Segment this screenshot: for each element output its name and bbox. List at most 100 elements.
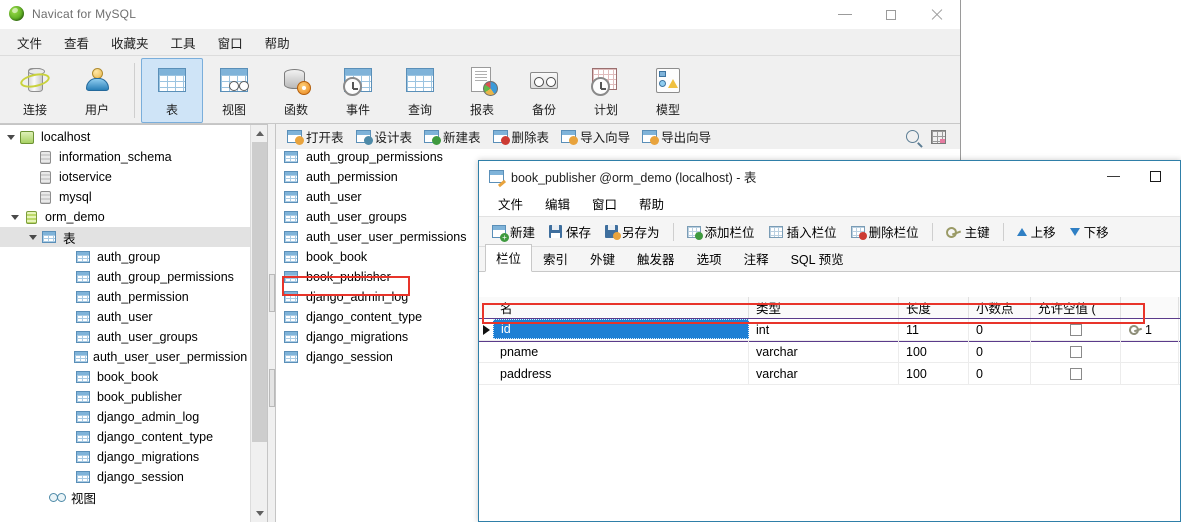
open-table-button[interactable]: 打开表 [282,124,351,149]
menu-favorites[interactable]: 收藏夹 [100,29,160,56]
splitter-grip-top[interactable] [269,274,275,312]
tree-node-auth-user-groups[interactable]: auth_user_groups [0,327,250,347]
scrollbar-thumb[interactable] [252,142,267,442]
toolbar-schedule[interactable]: 计划 [575,58,637,123]
field-key-cell[interactable]: 1 [1121,319,1179,340]
export-wizard-button[interactable]: 导出向导 [637,124,718,149]
field-key-cell[interactable] [1121,341,1179,362]
field-length-cell[interactable]: 100 [899,363,969,384]
child-maximize-button[interactable] [1134,161,1176,191]
field-nullable-cell[interactable] [1031,363,1121,384]
field-name-cell[interactable]: id [493,319,749,339]
splitter-grip-bottom[interactable] [269,369,275,407]
chevron-down-icon[interactable] [8,214,22,220]
scroll-down-button[interactable] [251,505,267,522]
add-field-button[interactable]: 添加栏位 [680,219,762,244]
column-header-length[interactable]: 长度 [899,297,969,318]
table-row-id[interactable]: id int 11 0 1 [479,318,1180,342]
tree-node-auth-permission[interactable]: auth_permission [0,287,250,307]
field-nullable-cell[interactable] [1031,319,1121,340]
tree-node-information-schema[interactable]: information_schema [0,147,250,167]
field-type-cell[interactable]: varchar [749,341,899,362]
design-table-button[interactable]: 设计表 [351,124,420,149]
field-name-cell[interactable]: paddress [493,363,749,384]
field-decimals-cell[interactable]: 0 [969,319,1031,340]
nullable-checkbox[interactable] [1069,345,1082,358]
child-menu-help[interactable]: 帮助 [628,191,675,216]
tree-node-localhost[interactable]: localhost [0,127,250,147]
field-type-cell[interactable]: int [749,319,899,340]
field-key-cell[interactable] [1121,363,1179,384]
tree-node-django-admin-log[interactable]: django_admin_log [0,407,250,427]
new-button[interactable]: 新建 [485,219,542,244]
tree-node-iotservice[interactable]: iotservice [0,167,250,187]
toolbar-event[interactable]: 事件 [327,58,389,123]
tree-node-orm-demo[interactable]: orm_demo [0,207,250,227]
column-header-decimals[interactable]: 小数点 [969,297,1031,318]
chevron-down-icon[interactable] [26,234,40,240]
new-table-button[interactable]: 新建表 [419,124,488,149]
tab-comment[interactable]: 注释 [733,245,780,272]
tree-node-auth-group-permissions[interactable]: auth_group_permissions [0,267,250,287]
tree-node-mysql[interactable]: mysql [0,187,250,207]
child-menu-file[interactable]: 文件 [487,191,534,216]
menu-file[interactable]: 文件 [6,29,53,56]
toolbar-connection[interactable]: 连接 [4,58,66,123]
child-minimize-button[interactable] [1092,161,1134,191]
menu-view[interactable]: 查看 [53,29,100,56]
toolbar-report[interactable]: 报表 [451,58,513,123]
toolbar-table[interactable]: 表 [141,58,203,123]
field-name-cell[interactable]: pname [493,341,749,362]
toolbar-view[interactable]: 视图 [203,58,265,123]
field-decimals-cell[interactable]: 0 [969,363,1031,384]
save-button[interactable]: 保存 [542,219,598,244]
nullable-checkbox[interactable] [1069,323,1082,336]
pane-splitter[interactable] [268,124,276,522]
child-menu-window[interactable]: 窗口 [581,191,628,216]
tree-node-auth-user-user-permission[interactable]: auth_user_user_permission [0,347,250,367]
field-decimals-cell[interactable]: 0 [969,341,1031,362]
toolbar-function[interactable]: 函数 [265,58,327,123]
tab-foreign-keys[interactable]: 外键 [579,245,626,272]
tab-triggers[interactable]: 触发器 [626,245,686,272]
toolbar-backup[interactable]: 备份 [513,58,575,123]
toolbar-user[interactable]: 用户 [66,58,128,123]
primary-key-button[interactable]: 主键 [939,219,997,244]
tree-node-django-session[interactable]: django_session [0,467,250,487]
delete-table-button[interactable]: 删除表 [488,124,557,149]
maximize-button[interactable] [868,0,914,29]
tree-node-views-group[interactable]: 视图 [0,487,250,507]
field-length-cell[interactable]: 11 [899,319,969,340]
toolbar-query[interactable]: 查询 [389,58,451,123]
tree-node-auth-group[interactable]: auth_group [0,247,250,267]
column-header-name[interactable]: 名 [493,297,749,318]
field-nullable-cell[interactable] [1031,341,1121,362]
save-as-button[interactable]: 另存为 [598,219,667,244]
import-wizard-button[interactable]: 导入向导 [556,124,637,149]
move-up-button[interactable]: 上移 [1010,219,1063,244]
field-type-cell[interactable]: varchar [749,363,899,384]
tree-node-book-book[interactable]: book_book [0,367,250,387]
menu-help[interactable]: 帮助 [254,29,301,56]
tree-node-tables-group[interactable]: 表 [0,227,250,247]
menu-tools[interactable]: 工具 [160,29,207,56]
search-icon[interactable] [906,130,919,143]
tree-node-book-publisher[interactable]: book_publisher [0,387,250,407]
tree-node-django-content-type[interactable]: django_content_type [0,427,250,447]
tab-indexes[interactable]: 索引 [532,245,579,272]
move-down-button[interactable]: 下移 [1063,219,1116,244]
column-header-key[interactable] [1121,297,1179,318]
toolbar-model[interactable]: 模型 [637,58,699,123]
tree-node-django-migrations[interactable]: django_migrations [0,447,250,467]
tab-fields[interactable]: 栏位 [485,244,533,272]
nullable-checkbox[interactable] [1069,367,1082,380]
minimize-button[interactable] [822,0,868,29]
field-length-cell[interactable]: 100 [899,341,969,362]
column-header-type[interactable]: 类型 [749,297,899,318]
chevron-down-icon[interactable] [4,134,18,140]
column-header-nullable[interactable]: 允许空值 ( [1031,297,1121,318]
grid-view-icon[interactable] [931,129,946,144]
insert-field-button[interactable]: 插入栏位 [762,219,844,244]
table-row-paddress[interactable]: paddress varchar 100 0 [479,363,1180,385]
delete-field-button[interactable]: 删除栏位 [844,219,926,244]
